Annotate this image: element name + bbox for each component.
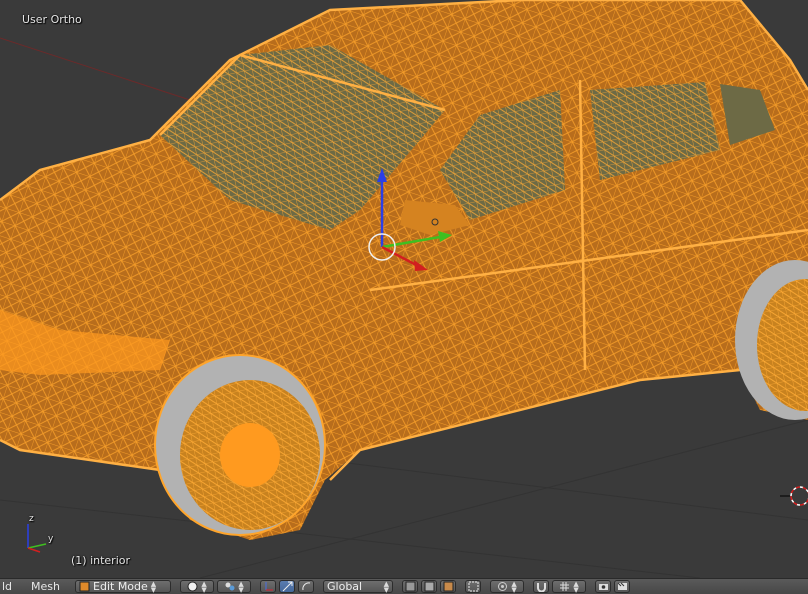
view-name-label: User Ortho	[22, 13, 82, 26]
edge-select-icon	[424, 581, 435, 592]
occlude-icon	[468, 581, 479, 592]
mode-label: Edit Mode	[93, 580, 148, 593]
opengl-anim-icon	[617, 581, 628, 592]
manipulator-icon	[263, 581, 274, 592]
opengl-render-icon	[598, 581, 609, 592]
updown-icon: ▲ ▼	[383, 579, 390, 594]
3d-viewport[interactable]: User Ortho (1) interior z y	[0, 0, 808, 578]
opengl-animation-button[interactable]	[614, 580, 631, 593]
occlude-geometry-toggle[interactable]	[465, 580, 482, 593]
viewport-shading-icon	[187, 581, 198, 592]
face-select-button[interactable]	[440, 580, 457, 593]
updown-icon: ▲ ▼	[238, 579, 244, 594]
updown-icon: ▲ ▼	[201, 579, 207, 594]
vertex-select-button[interactable]	[402, 580, 419, 593]
3d-cursor	[780, 486, 808, 506]
mode-icon	[79, 581, 90, 592]
viewport-shading-dropdown[interactable]: ▲ ▼	[180, 579, 215, 594]
vertex-select-icon	[405, 581, 416, 592]
rotate-icon	[301, 581, 312, 592]
pivot-icon	[224, 581, 235, 592]
rotate-manipulator-toggle[interactable]	[298, 580, 315, 593]
mode-selector[interactable]: Edit Mode ▲ ▼	[75, 579, 172, 594]
updown-icon: ▲ ▼	[511, 579, 517, 594]
pivot-point-dropdown[interactable]: ▲ ▼	[217, 579, 252, 594]
axis-y-label: y	[48, 534, 54, 544]
menu-partial-label[interactable]: ld	[0, 580, 14, 593]
3d-view-header: ld Mesh Edit Mode ▲ ▼ ▲ ▼ ▲ ▼ Global ▲ ▼…	[0, 578, 808, 594]
manipulator-toggle[interactable]	[260, 580, 277, 593]
face-select-icon	[443, 581, 454, 592]
axis-z-label: z	[29, 514, 34, 524]
edge-select-button[interactable]	[421, 580, 438, 593]
orientation-label: Global	[327, 580, 363, 593]
snap-element-dropdown[interactable]: ▲ ▼	[552, 579, 587, 594]
front-wheel	[154, 354, 326, 536]
translate-icon	[282, 581, 293, 592]
updown-icon: ▲ ▼	[573, 579, 579, 594]
transform-orientation-dropdown[interactable]: Global ▲ ▼	[323, 579, 394, 594]
snap-toggle[interactable]	[533, 580, 550, 593]
snap-grid-icon	[559, 581, 570, 592]
translate-manipulator-toggle[interactable]	[279, 580, 296, 593]
mesh-menu[interactable]: Mesh	[29, 580, 62, 593]
axis-orientation-widget: z y	[20, 512, 64, 556]
active-object-label: (1) interior	[71, 554, 131, 567]
opengl-render-button[interactable]	[595, 580, 612, 593]
snap-magnet-icon	[536, 581, 547, 593]
car-wireframe-scene[interactable]	[0, 0, 808, 578]
updown-icon: ▲ ▼	[150, 579, 157, 594]
proportional-icon	[497, 581, 508, 592]
proportional-edit-dropdown[interactable]: ▲ ▼	[490, 579, 525, 594]
